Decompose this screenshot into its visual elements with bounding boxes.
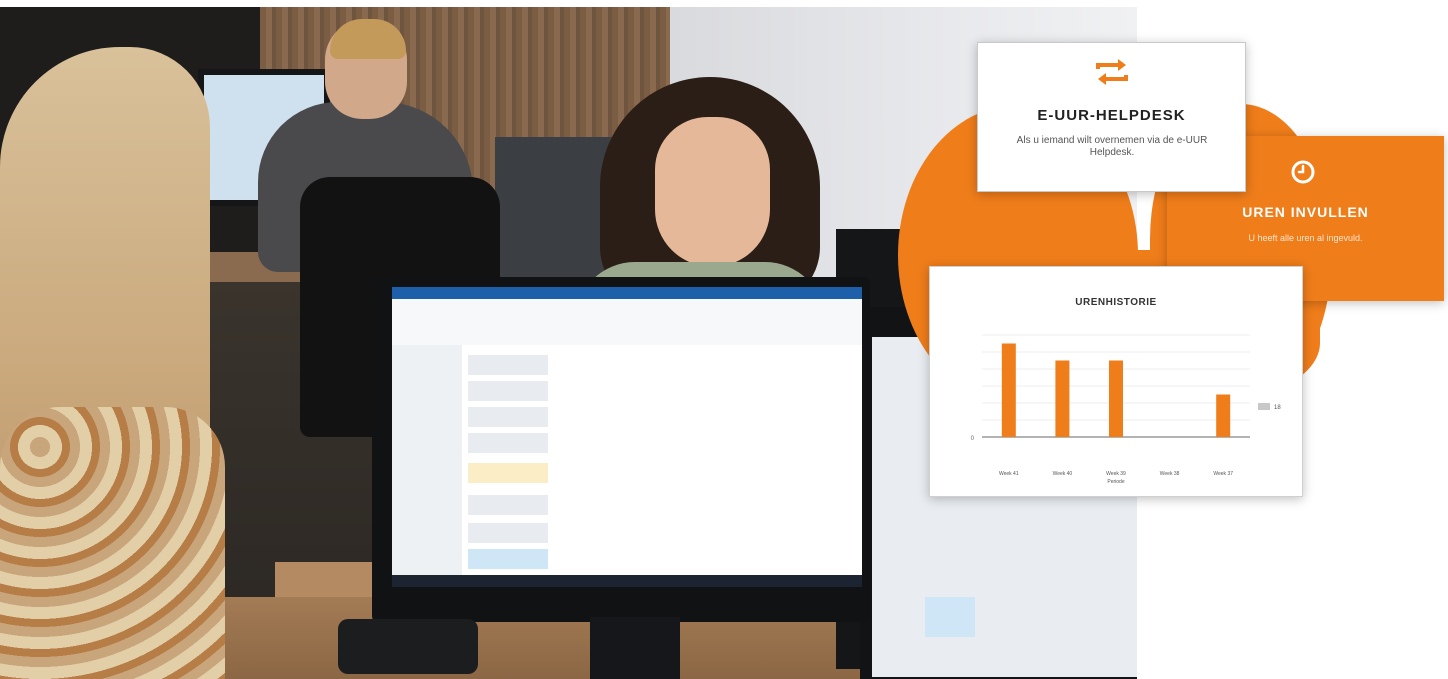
urenhistorie-chart: 0 Week 41 Week 40 Week 39 Week 38 Week 37 Peri… xyxy=(971,334,1281,485)
helpdesk-card-description: Als u iemand wilt overnemen via de e-UUR… xyxy=(1016,135,1208,158)
uren-card-description: U heeft alle uren al ingevuld. xyxy=(1248,233,1363,243)
hero-banner: UREN INVULLEN U heeft alle uren al ingev… xyxy=(0,0,1448,679)
chart-x-tick-label: Week 37 xyxy=(1213,471,1233,477)
chart-bar xyxy=(1216,394,1231,437)
chart-legend-swatch xyxy=(1258,403,1270,410)
helpdesk-card-title: E-UUR-HELPDESK xyxy=(1037,107,1186,124)
chart-bar xyxy=(1109,360,1123,437)
swap-arrows-icon xyxy=(1096,59,1128,85)
uren-card-title: UREN INVULLEN xyxy=(1242,204,1369,220)
chart-x-tick-label: Week 38 xyxy=(1160,471,1180,477)
chart-y-tick-label: 0 xyxy=(971,436,975,442)
chart-x-tick-label: Week 40 xyxy=(1053,471,1073,477)
chart-x-tick-label: Week 41 xyxy=(999,471,1019,477)
chart-bar xyxy=(1001,343,1016,437)
chart-x-tick-label: Week 39 xyxy=(1106,471,1126,477)
chart-legend-label: 18 xyxy=(1274,405,1281,411)
urenhistorie-chart-card: URENHISTORIE 0 Week 41 Week 40 Week 39 Week … xyxy=(929,266,1303,497)
clock-icon xyxy=(1291,160,1315,184)
chart-bar xyxy=(1055,360,1070,437)
chart-x-axis-label: Periode xyxy=(1107,479,1124,485)
helpdesk-card[interactable]: E-UUR-HELPDESK Als u iemand wilt overnem… xyxy=(977,42,1246,192)
